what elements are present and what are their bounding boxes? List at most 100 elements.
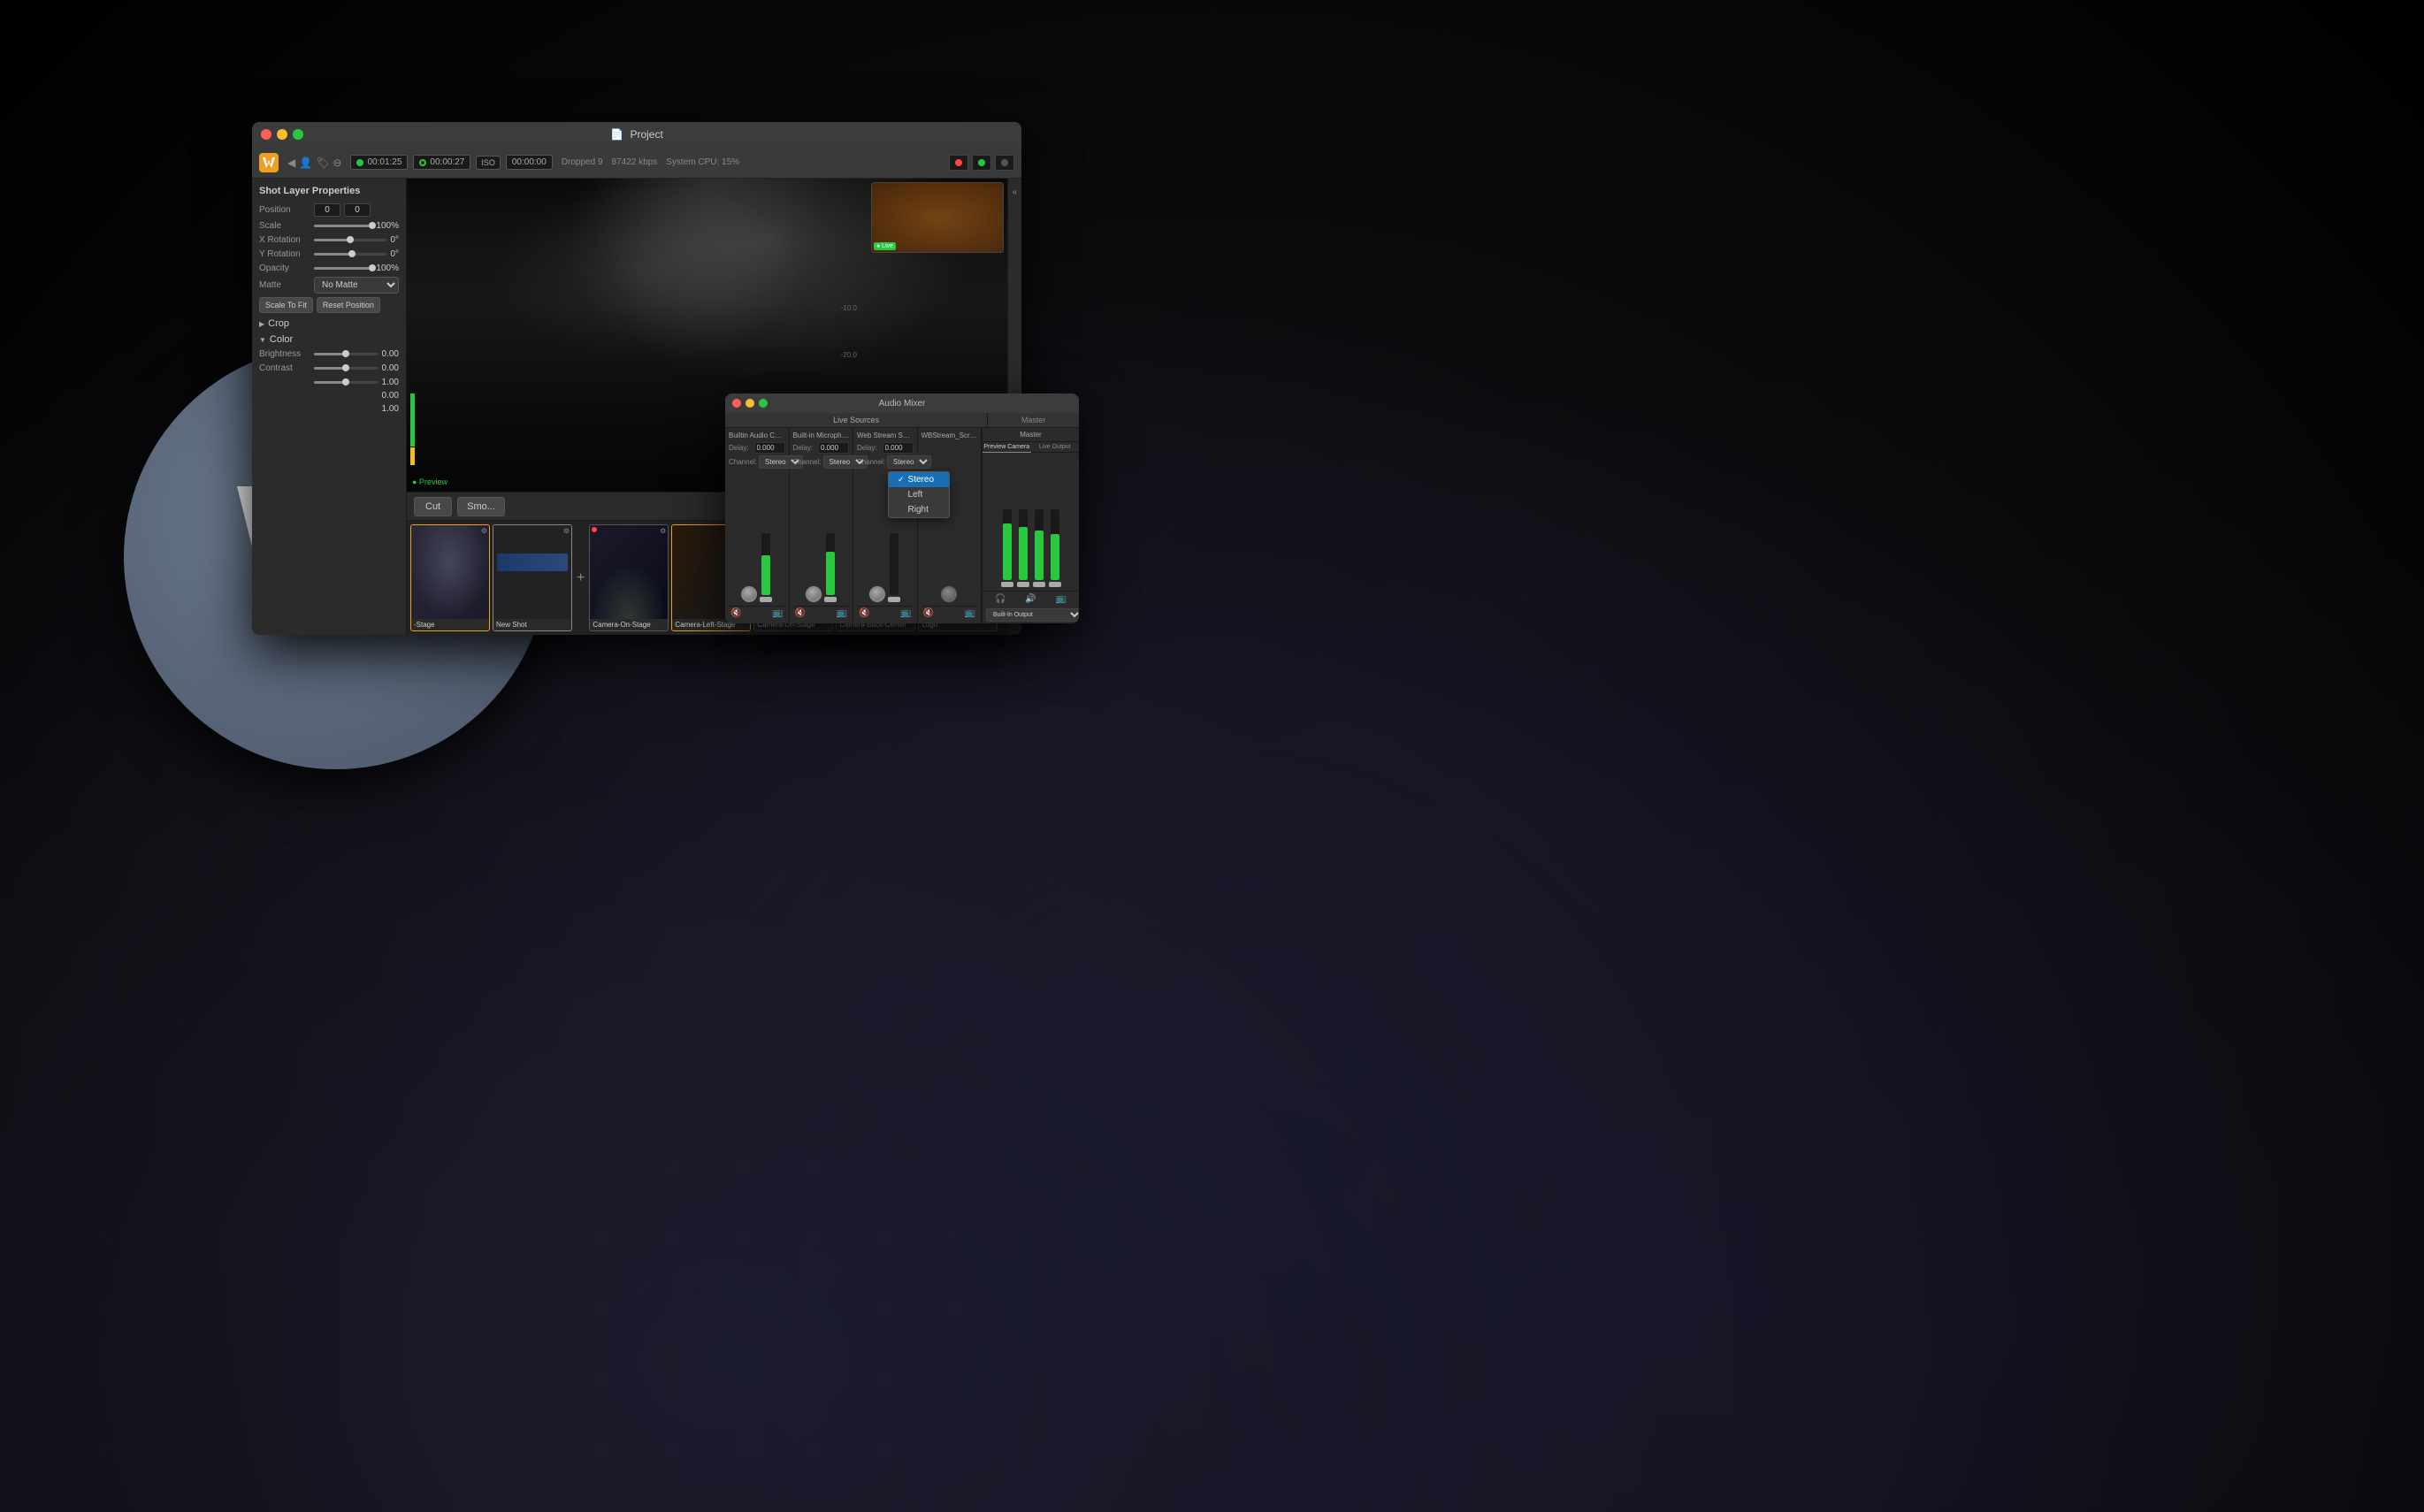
- matte-label: Matte: [259, 280, 310, 290]
- audio-content: Builtin Audio Capture Delay: Channel: St…: [725, 428, 1079, 623]
- scale-label: Scale: [259, 221, 310, 231]
- master-monitor-button[interactable]: 📺: [1056, 594, 1067, 604]
- master-live-track[interactable]: [1019, 509, 1028, 580]
- master-extra-knob-1[interactable]: [1033, 582, 1045, 587]
- rec-button-green[interactable]: [972, 155, 991, 171]
- contrast-row: Contrast 0.00: [259, 363, 399, 373]
- crop-section-header[interactable]: ▶ Crop: [259, 318, 399, 329]
- channel-3-fader-col: [888, 533, 900, 602]
- brightness-slider[interactable]: [314, 348, 379, 359]
- streaming-time: 00:01:25: [367, 157, 401, 167]
- collapse-arrow-icon[interactable]: «: [1008, 179, 1021, 205]
- master-extra-track-2[interactable]: [1051, 509, 1059, 580]
- output-select[interactable]: Built-In Output: [986, 608, 1079, 622]
- reset-position-button[interactable]: Reset Position: [317, 297, 380, 313]
- channel-2-mute-button[interactable]: 🔇: [795, 608, 806, 618]
- shot-thumb-crowd: [590, 525, 668, 619]
- channel-2-fader-track[interactable]: [826, 533, 835, 595]
- channel-4-mute-button[interactable]: 🔇: [923, 608, 934, 618]
- live-sources-tab[interactable]: Live Sources: [725, 413, 988, 427]
- channel-3-delay-input[interactable]: [883, 442, 914, 454]
- new-shot-gear-icon[interactable]: ⚙: [563, 527, 570, 535]
- people-icon[interactable]: 👤: [299, 157, 312, 169]
- master-preview-track[interactable]: [1003, 509, 1012, 580]
- master-extra-fader-2: [1049, 509, 1061, 587]
- channel-3-fader-knob[interactable]: [888, 597, 900, 602]
- add-shot-button[interactable]: +: [577, 570, 585, 586]
- scale-to-fit-button[interactable]: Scale To Fit: [259, 297, 313, 313]
- channel-1-fader-track[interactable]: [761, 533, 770, 595]
- dropped-stat: Dropped 9: [562, 157, 603, 167]
- y-rotation-label: Y Rotation: [259, 249, 310, 259]
- left-panel: Shot Layer Properties Position Scale 100…: [252, 179, 407, 635]
- shot-item-on-stage[interactable]: Camera-On-Stage ⚙: [589, 524, 669, 631]
- channel-1-mute-button[interactable]: 🔇: [730, 608, 741, 618]
- live-output-tab[interactable]: Live Output: [1031, 442, 1080, 453]
- val1-slider[interactable]: [314, 377, 379, 387]
- channel-4-monitor-button[interactable]: 📺: [965, 608, 975, 618]
- channel-2-fader-fill: [826, 552, 835, 595]
- channel-2-delay-input[interactable]: [818, 442, 849, 454]
- shot-on-stage-gear-icon[interactable]: ⚙: [660, 527, 666, 535]
- x-rotation-slider[interactable]: [314, 234, 386, 245]
- crop-label: Crop: [268, 318, 289, 329]
- master-extra-knob-2[interactable]: [1049, 582, 1061, 587]
- cut-button[interactable]: Cut: [414, 497, 452, 516]
- master-headphone-button[interactable]: 🎧: [995, 594, 1006, 604]
- master-tab[interactable]: Master: [988, 413, 1079, 427]
- master-live-knob[interactable]: [1017, 582, 1029, 587]
- channel-3-fader-track[interactable]: [890, 533, 898, 595]
- shot-item-left-stage-active[interactable]: -Stage ⚙: [410, 524, 490, 631]
- channel-4-knob[interactable]: [941, 586, 957, 602]
- fullscreen-button[interactable]: [293, 129, 303, 140]
- channel-1-channel-label: Channel:: [729, 458, 757, 466]
- audio-bar-high: [410, 393, 415, 447]
- channel-3-title: Web Stream Source: 0: [857, 431, 914, 439]
- dropdown-stereo[interactable]: ✓Stereo: [889, 472, 949, 487]
- channel-2-fader-knob[interactable]: [824, 597, 837, 602]
- tag-icon[interactable]: 🏷: [316, 157, 329, 169]
- opacity-slider[interactable]: [314, 263, 372, 273]
- audio-minimize-button[interactable]: [746, 399, 754, 408]
- position-y-input[interactable]: [344, 203, 371, 217]
- master-extra-fader-1: [1033, 509, 1045, 587]
- shot-item-new[interactable]: New Shot ⚙: [493, 524, 572, 631]
- contrast-slider[interactable]: [314, 363, 379, 373]
- preview-label: ● Preview: [412, 477, 447, 486]
- dropdown-left[interactable]: ✓Left: [889, 487, 949, 502]
- close-button[interactable]: [261, 129, 271, 140]
- scale-slider[interactable]: [314, 220, 372, 231]
- rec-button-red[interactable]: [949, 155, 968, 171]
- iso-time: 00:00:00: [506, 155, 553, 170]
- master-extra-track-1[interactable]: [1035, 509, 1044, 580]
- dropdown-right[interactable]: ✓Right: [889, 502, 949, 517]
- minimize-button[interactable]: [277, 129, 287, 140]
- matte-select[interactable]: No Matte: [314, 277, 399, 294]
- channel-3-knob[interactable]: [869, 586, 885, 602]
- recording-time: 00:00:27: [430, 157, 464, 167]
- channel-3-channel-select[interactable]: StereoLeftRight: [887, 455, 931, 469]
- channel-1-delay-input[interactable]: [754, 442, 785, 454]
- smooth-button[interactable]: Smo...: [457, 497, 505, 516]
- shot-gear-icon[interactable]: ⚙: [481, 527, 487, 535]
- opacity-value: 100%: [376, 263, 399, 273]
- rec-button-dark[interactable]: [995, 155, 1014, 171]
- minus-icon[interactable]: ⊖: [333, 157, 341, 169]
- channel-1-knob[interactable]: [741, 586, 757, 602]
- preview-camera-tab[interactable]: Preview Camera: [983, 442, 1031, 453]
- position-x-input[interactable]: [314, 203, 340, 217]
- y-rotation-slider[interactable]: [314, 248, 386, 259]
- channel-2-monitor-button[interactable]: 📺: [837, 608, 847, 618]
- channel-1-monitor-button[interactable]: 📺: [772, 608, 783, 618]
- master-preview-knob[interactable]: [1001, 582, 1013, 587]
- audio-fullscreen-button[interactable]: [759, 399, 768, 408]
- color-section-header[interactable]: ▼ Color: [259, 334, 399, 345]
- channel-1-fader-knob[interactable]: [760, 597, 772, 602]
- channel-3-monitor-button[interactable]: 📺: [900, 608, 911, 618]
- action-buttons: Scale To Fit Reset Position: [259, 297, 399, 313]
- master-speaker-button[interactable]: 🔊: [1025, 594, 1036, 604]
- back-icon[interactable]: ◀: [287, 157, 295, 169]
- channel-3-mute-button[interactable]: 🔇: [859, 608, 869, 618]
- channel-2-knob[interactable]: [806, 586, 822, 602]
- audio-close-button[interactable]: [732, 399, 741, 408]
